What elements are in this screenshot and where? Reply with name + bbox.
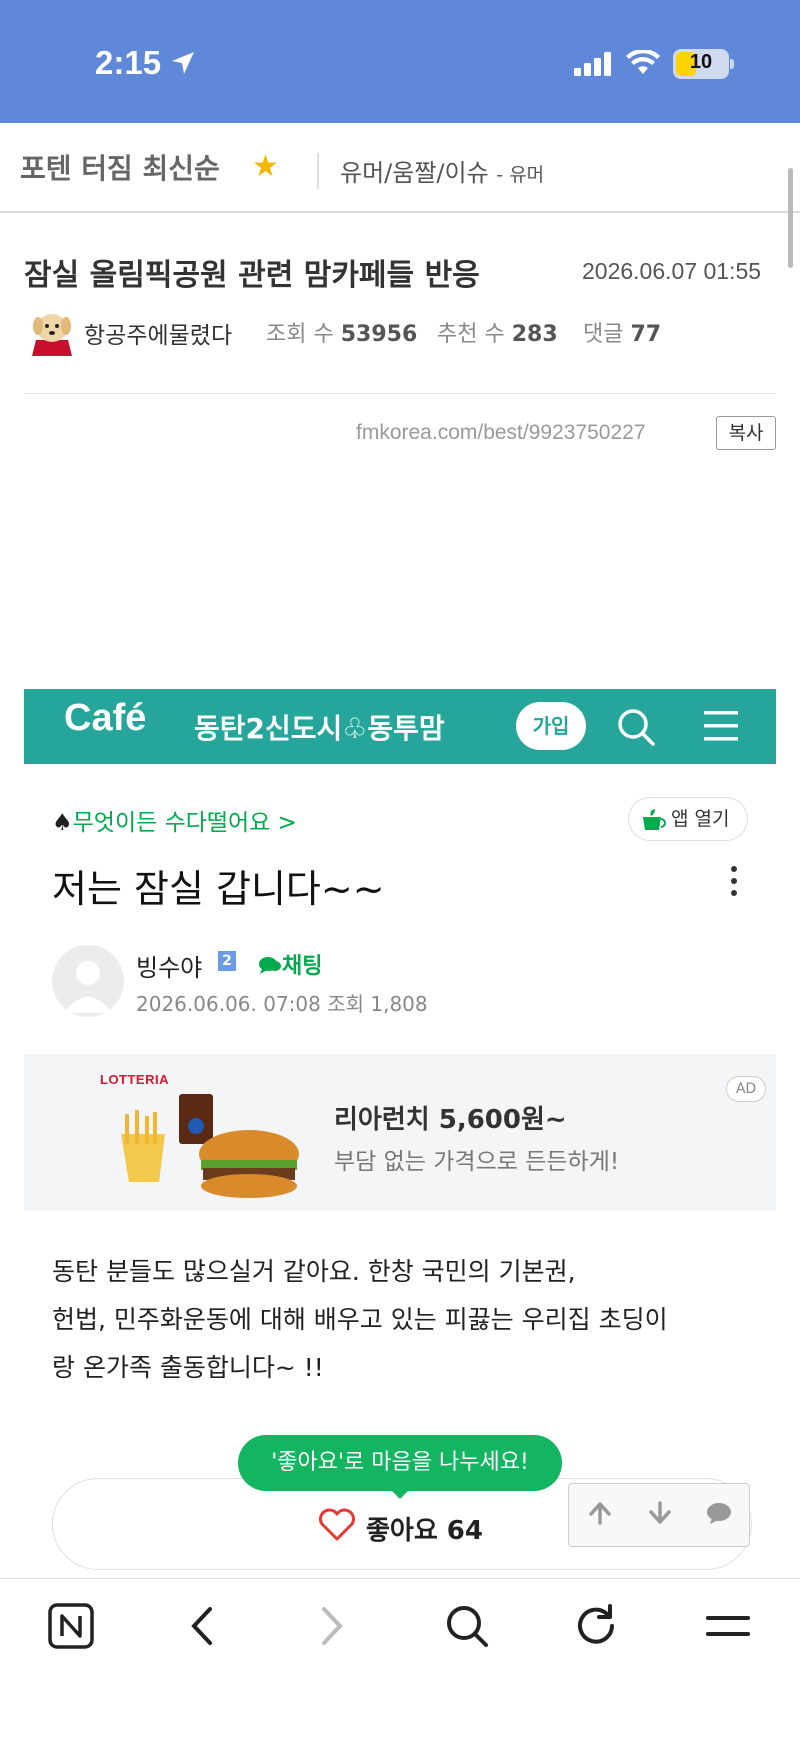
copy-url-button[interactable]: 복사 bbox=[716, 416, 776, 450]
post-title: 잠실 올림픽공원 관련 맘카페들 반응 bbox=[24, 258, 480, 293]
clock: 2:15 bbox=[95, 44, 162, 81]
spade-icon: ♠ bbox=[52, 810, 73, 836]
back-icon[interactable] bbox=[186, 1603, 216, 1653]
down-arrow-icon[interactable] bbox=[647, 1500, 673, 1530]
app-open-button: 앱 열기 bbox=[628, 797, 748, 841]
body-line: 랑 온가족 출동합니다~ !! bbox=[52, 1353, 324, 1382]
ad-badge: AD bbox=[726, 1076, 766, 1102]
battery-level: 10 bbox=[689, 51, 713, 73]
board-category[interactable]: 유머/움짤/이슈 - 유머 bbox=[340, 153, 544, 188]
writer-name: 빙수야 bbox=[136, 954, 203, 982]
view-count: 조회 수 53956 bbox=[266, 322, 418, 347]
heart-icon bbox=[319, 1508, 355, 1541]
comment-icon[interactable] bbox=[705, 1500, 733, 1530]
signal-icon bbox=[574, 52, 611, 76]
naver-icon[interactable] bbox=[48, 1603, 94, 1653]
cafe-header: Café 동탄2신도시♧동투맘 가입 bbox=[24, 689, 776, 764]
scrollbar[interactable] bbox=[788, 168, 793, 268]
menu-icon[interactable] bbox=[704, 1603, 752, 1653]
board-header: 포텐 터짐 최신순 ★ 유머/움짤/이슈 - 유머 bbox=[0, 123, 800, 213]
cafe-post-body: 동탄 분들도 많으실거 같아요. 한창 국민의 기본권, 헌법, 민주화운동에 … bbox=[52, 1248, 752, 1392]
join-button: 가입 bbox=[516, 702, 586, 750]
board-subcategory: - 유머 bbox=[496, 164, 545, 186]
post-date: 2026.06.07 01:55 bbox=[582, 258, 762, 284]
battery-icon: 10 bbox=[673, 49, 729, 79]
floating-nav bbox=[568, 1483, 750, 1547]
cup-icon bbox=[643, 809, 666, 830]
ad-subtext: 부담 없는 가격으로 든든하게! bbox=[334, 1149, 620, 1175]
level-badge: 2 bbox=[218, 951, 236, 971]
chat-link: 채팅 bbox=[258, 948, 322, 980]
browser-toolbar bbox=[0, 1578, 800, 1740]
like-tooltip: '좋아요'로 마음을 나누세요! bbox=[238, 1435, 562, 1491]
wifi-icon bbox=[626, 50, 660, 74]
comment-count: 댓글 77 bbox=[583, 322, 662, 347]
ad-headline: 리아런치 5,600원~ bbox=[334, 1105, 567, 1135]
cafe-breadcrumb: ♠무엇이든 수다떨어요 > bbox=[52, 810, 297, 836]
status-bar: 2:15 10 bbox=[0, 0, 800, 123]
up-arrow-icon[interactable] bbox=[587, 1500, 613, 1530]
body-line: 동탄 분들도 많으실거 같아요. 한창 국민의 기본권, bbox=[52, 1257, 576, 1286]
cafe-name: 동탄2신도시♧동투맘 bbox=[194, 712, 445, 745]
writer-avatar bbox=[52, 945, 124, 1017]
recommend-count: 추천 수 283 bbox=[437, 322, 558, 347]
ad-banner: LOTTERIA 리아런치 5,600원~ 부담 없는 가격으로 든든하게! A… bbox=[24, 1054, 776, 1211]
post-author[interactable]: 항공주에물렸다 bbox=[84, 316, 232, 350]
search-icon bbox=[618, 709, 655, 746]
menu-icon bbox=[704, 711, 738, 741]
search-icon[interactable] bbox=[444, 1603, 490, 1653]
post-url: fmkorea.com/best/9923750227 bbox=[356, 421, 646, 444]
body-line: 헌법, 민주화운동에 대해 배우고 있는 피끓는 우리집 초딩이 bbox=[52, 1305, 668, 1334]
author-avatar-icon bbox=[32, 314, 72, 356]
refresh-icon[interactable] bbox=[574, 1603, 620, 1653]
writer-meta: 2026.06.06. 07:08 조회 1,808 bbox=[136, 992, 428, 1016]
burger-set-image bbox=[121, 1094, 299, 1198]
cafe-post-title: 저는 잠실 갑니다~~ bbox=[52, 867, 385, 911]
forward-icon[interactable] bbox=[318, 1603, 348, 1653]
kebab-icon bbox=[731, 866, 739, 902]
board-category-label: 유머/움짤/이슈 bbox=[340, 159, 489, 187]
location-arrow-icon bbox=[172, 52, 194, 74]
ad-brand: LOTTERIA bbox=[100, 1072, 169, 1087]
star-icon[interactable]: ★ bbox=[252, 149, 279, 184]
cafe-logo: Café bbox=[64, 697, 147, 739]
board-title[interactable]: 포텐 터짐 최신순 bbox=[20, 147, 220, 187]
chat-icon bbox=[259, 957, 281, 974]
like-count: 좋아요 64 bbox=[366, 1516, 483, 1546]
